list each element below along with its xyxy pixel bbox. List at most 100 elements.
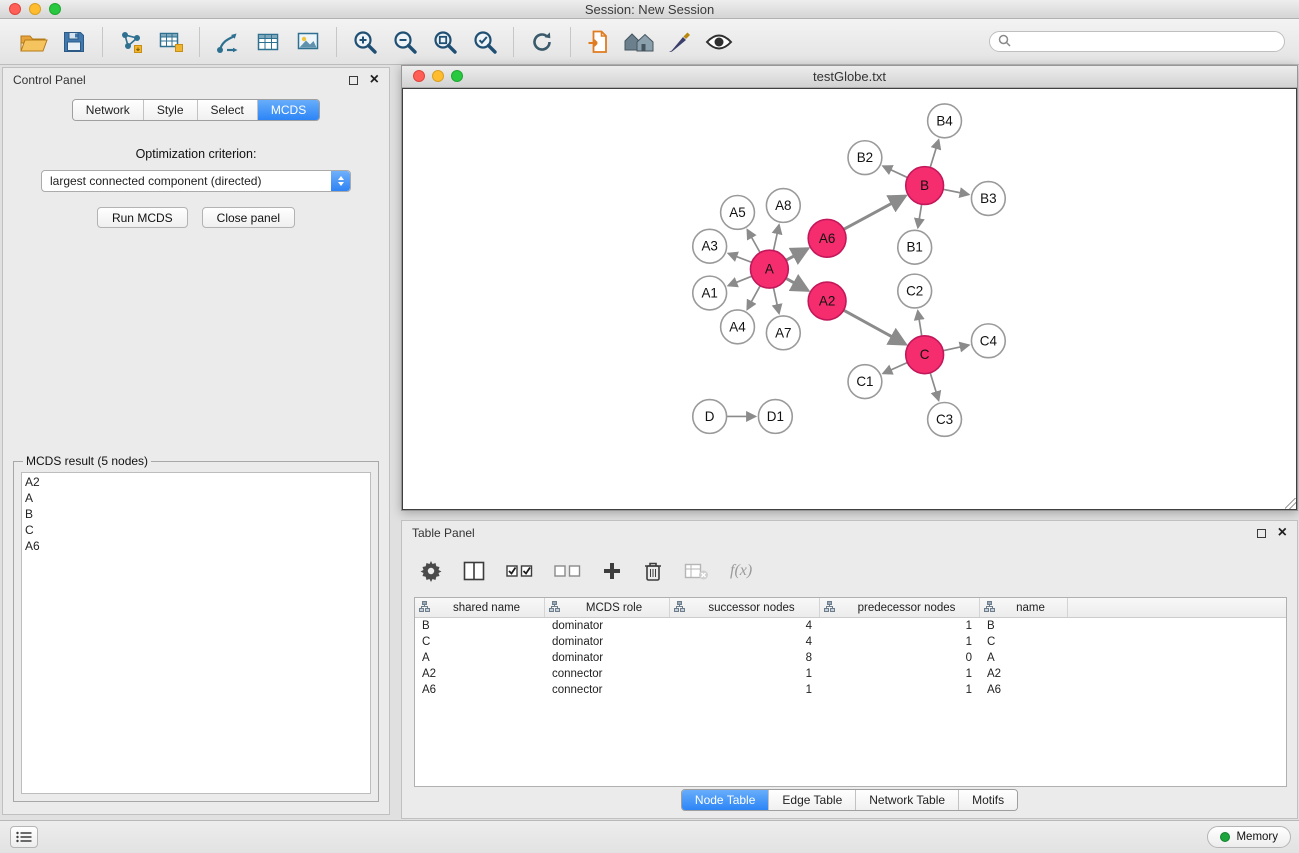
export-image-icon[interactable] — [288, 23, 328, 61]
new-table-icon[interactable] — [248, 23, 288, 61]
tab-edge-table[interactable]: Edge Table — [768, 790, 855, 810]
search-field[interactable] — [989, 31, 1285, 52]
edge-B-B2[interactable] — [883, 166, 908, 177]
table-settings-gear-icon[interactable] — [420, 560, 442, 582]
show-columns-icon[interactable] — [463, 561, 485, 581]
float-panel-icon[interactable] — [349, 76, 358, 85]
close-table-panel-icon[interactable]: × — [1278, 527, 1287, 539]
edge-A-A4[interactable] — [747, 286, 760, 310]
node-A5[interactable]: A5 — [721, 195, 755, 229]
mcds-result-list[interactable]: A2ABCA6 — [21, 472, 371, 794]
tab-select[interactable]: Select — [197, 100, 257, 120]
tab-network-table[interactable]: Network Table — [855, 790, 958, 810]
node-D1[interactable]: D1 — [758, 400, 792, 434]
node-B3[interactable]: B3 — [971, 182, 1005, 216]
edge-C-C2[interactable] — [918, 311, 922, 336]
mcds-result-item[interactable]: A2 — [25, 474, 367, 490]
apply-style-icon[interactable] — [659, 23, 699, 61]
new-network-icon[interactable] — [208, 23, 248, 61]
node-A4[interactable]: A4 — [721, 310, 755, 344]
minimize-window-button[interactable] — [29, 3, 41, 15]
delete-table-icon[interactable] — [684, 561, 709, 581]
node-C[interactable]: C — [906, 336, 944, 374]
node-A7[interactable]: A7 — [766, 316, 800, 350]
node-C4[interactable]: C4 — [971, 324, 1005, 358]
node-A1[interactable]: A1 — [693, 276, 727, 310]
edge-C-C3[interactable] — [930, 373, 938, 401]
close-window-button[interactable] — [9, 3, 21, 15]
mcds-result-item[interactable]: A6 — [25, 538, 367, 554]
show-graphics-details-icon[interactable] — [699, 23, 739, 61]
table-row[interactable]: A2connector11A2 — [415, 666, 1286, 682]
mcds-result-item[interactable]: B — [25, 506, 367, 522]
edge-A-A6[interactable] — [786, 249, 808, 261]
node-A3[interactable]: A3 — [693, 229, 727, 263]
node-C1[interactable]: C1 — [848, 365, 882, 399]
function-builder-icon[interactable]: f(x) — [730, 562, 752, 580]
task-history-button[interactable] — [10, 826, 38, 848]
edge-C-C4[interactable] — [943, 345, 969, 351]
open-session-icon[interactable] — [14, 23, 54, 61]
column-header-shared-name[interactable]: shared name — [415, 598, 545, 617]
import-table-from-file-icon[interactable] — [151, 23, 191, 61]
node-C2[interactable]: C2 — [898, 274, 932, 308]
zoom-out-icon[interactable] — [385, 23, 425, 61]
first-neighbors-icon[interactable] — [579, 23, 619, 61]
delete-column-icon[interactable] — [643, 560, 663, 582]
zoom-fit-icon[interactable] — [425, 23, 465, 61]
select-all-columns-icon[interactable] — [506, 563, 533, 579]
save-session-icon[interactable] — [54, 23, 94, 61]
memory-button[interactable]: Memory — [1207, 826, 1291, 848]
edge-A-A5[interactable] — [747, 230, 760, 253]
edge-C-C1[interactable] — [883, 362, 907, 373]
tab-mcds[interactable]: MCDS — [257, 100, 319, 120]
table-row[interactable]: Bdominator41B — [415, 618, 1286, 634]
resize-grip[interactable] — [1285, 498, 1296, 509]
tab-node-table[interactable]: Node Table — [682, 790, 769, 810]
import-network-from-file-icon[interactable] — [111, 23, 151, 61]
node-D[interactable]: D — [693, 400, 727, 434]
edge-A-A3[interactable] — [728, 253, 751, 262]
network-canvas[interactable]: B4B2BB3A8A5A6A3B1AC2A1A2A4A7C4CC1C3DD1 — [402, 88, 1297, 510]
network-zoom-button[interactable] — [451, 70, 463, 82]
node-A6[interactable]: A6 — [808, 219, 846, 257]
column-header-successor-nodes[interactable]: successor nodes — [670, 598, 820, 617]
mcds-result-item[interactable]: C — [25, 522, 367, 538]
node-B2[interactable]: B2 — [848, 141, 882, 175]
edge-A-A7[interactable] — [773, 288, 779, 314]
table-row[interactable]: Adominator80A — [415, 650, 1286, 666]
zoom-in-icon[interactable] — [345, 23, 385, 61]
edge-A2-C[interactable] — [844, 310, 906, 344]
edge-B-B1[interactable] — [918, 204, 922, 227]
unselect-all-columns-icon[interactable] — [554, 563, 581, 579]
home-icon[interactable] — [619, 23, 659, 61]
float-table-panel-icon[interactable] — [1257, 529, 1266, 538]
edge-B-B3[interactable] — [943, 189, 969, 194]
network-graph[interactable]: B4B2BB3A8A5A6A3B1AC2A1A2A4A7C4CC1C3DD1 — [403, 89, 1296, 509]
edge-B-B4[interactable] — [930, 140, 938, 168]
network-minimize-button[interactable] — [432, 70, 444, 82]
zoom-selected-icon[interactable] — [465, 23, 505, 61]
tab-motifs[interactable]: Motifs — [958, 790, 1017, 810]
column-header-name[interactable]: name — [980, 598, 1068, 617]
table-row[interactable]: Cdominator41C — [415, 634, 1286, 650]
search-input[interactable] — [1016, 35, 1276, 49]
add-column-icon[interactable] — [602, 561, 622, 581]
node-C3[interactable]: C3 — [928, 403, 962, 437]
tab-style[interactable]: Style — [143, 100, 197, 120]
criterion-dropdown[interactable]: largest connected component (directed) — [41, 170, 351, 192]
node-B[interactable]: B — [906, 167, 944, 205]
network-window-titlebar[interactable]: testGlobe.txt — [402, 66, 1297, 88]
edge-A-A2[interactable] — [786, 278, 808, 290]
node-A2[interactable]: A2 — [808, 282, 846, 320]
edge-A6-B[interactable] — [844, 196, 906, 229]
mcds-result-item[interactable]: A — [25, 490, 367, 506]
node-B1[interactable]: B1 — [898, 230, 932, 264]
close-panel-button[interactable]: Close panel — [202, 207, 295, 228]
column-header-mcds-role[interactable]: MCDS role — [545, 598, 670, 617]
edge-A-A8[interactable] — [773, 225, 779, 251]
node-B4[interactable]: B4 — [928, 104, 962, 138]
tab-network[interactable]: Network — [73, 100, 143, 120]
run-mcds-button[interactable]: Run MCDS — [97, 207, 188, 228]
table-row[interactable]: A6connector11A6 — [415, 682, 1286, 698]
